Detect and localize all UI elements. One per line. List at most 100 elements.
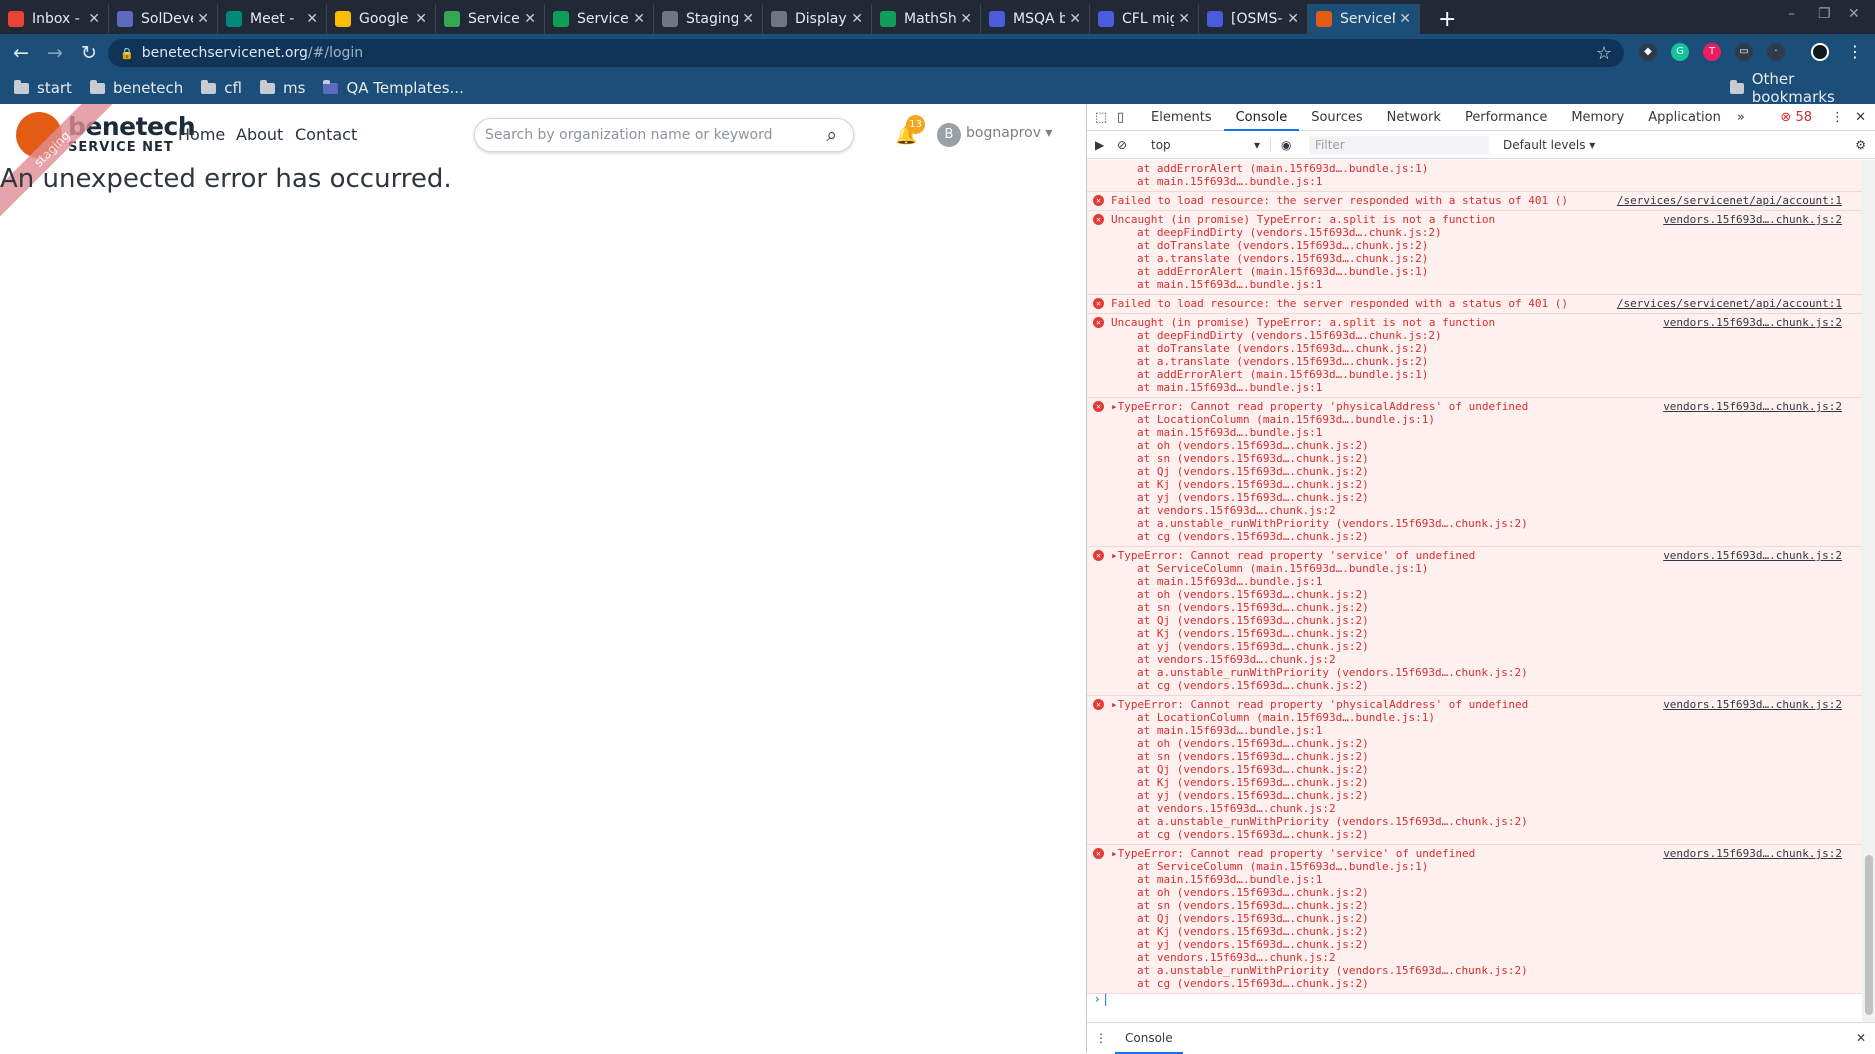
browser-tab[interactable]: Display al✕ xyxy=(763,4,872,34)
devtools-tab-application[interactable]: Application xyxy=(1636,104,1733,131)
close-tab-icon[interactable]: ✕ xyxy=(960,11,972,27)
stack-frame[interactable]: at a.unstable_runWithPriority (vendors.1… xyxy=(1087,815,1862,828)
error-source-link[interactable]: vendors.15f693d….chunk.js:2 xyxy=(1663,213,1842,226)
close-tab-icon[interactable]: ✕ xyxy=(88,11,100,27)
error-count-badge[interactable]: ⊗ 58 xyxy=(1780,110,1812,125)
stack-frame[interactable]: at sn (vendors.15f693d….chunk.js:2) xyxy=(1087,750,1862,763)
stack-frame[interactable]: at addErrorAlert (main.15f693d….bundle.j… xyxy=(1087,368,1862,381)
devtools-tab-performance[interactable]: Performance xyxy=(1453,104,1559,131)
stack-frame[interactable]: at vendors.15f693d….chunk.js:2 xyxy=(1087,802,1862,815)
console-error-message[interactable]: ✕ ▸TypeError: Cannot read property 'servi… xyxy=(1087,547,1862,696)
eye-icon[interactable]: ◉ xyxy=(1281,138,1303,152)
stack-frame[interactable]: at a.unstable_runWithPriority (vendors.1… xyxy=(1087,964,1862,977)
browser-tab[interactable]: ServiceNe✕ xyxy=(545,4,654,34)
console-error-message[interactable]: ✕ Uncaught (in promise) TypeError: a.spli… xyxy=(1087,211,1862,295)
close-tab-icon[interactable]: ✕ xyxy=(524,11,536,27)
error-source-link[interactable]: vendors.15f693d….chunk.js:2 xyxy=(1663,549,1842,562)
extension-icon[interactable]: ◆ xyxy=(1639,43,1657,61)
address-bar[interactable]: 🔒 benetechservicenet.org/#/login ☆ xyxy=(108,39,1624,67)
stack-frame[interactable]: at oh (vendors.15f693d….chunk.js:2) xyxy=(1087,588,1862,601)
more-tabs-icon[interactable]: » xyxy=(1737,110,1745,125)
bookmark-item[interactable]: QA Templates... xyxy=(323,79,464,97)
stack-frame[interactable]: at yj (vendors.15f693d….chunk.js:2) xyxy=(1087,938,1862,951)
stack-frame[interactable]: at doTranslate (vendors.15f693d….chunk.j… xyxy=(1087,342,1862,355)
stack-frame[interactable]: at oh (vendors.15f693d….chunk.js:2) xyxy=(1087,886,1862,899)
stack-frame[interactable]: at a.unstable_runWithPriority (vendors.1… xyxy=(1087,517,1862,530)
error-source-link[interactable]: /services/servicenet/api/account:1 xyxy=(1617,297,1842,310)
search-icon[interactable]: ⌕ xyxy=(826,124,837,146)
error-source-link[interactable]: vendors.15f693d….chunk.js:2 xyxy=(1663,400,1842,413)
stack-frame[interactable]: at cg (vendors.15f693d….chunk.js:2) xyxy=(1087,828,1862,841)
stack-frame[interactable]: at yj (vendors.15f693d….chunk.js:2) xyxy=(1087,789,1862,802)
context-select[interactable]: top ▾ xyxy=(1151,138,1271,152)
console-error-message[interactable]: ✕ ▸TypeError: Cannot read property 'physi… xyxy=(1087,398,1862,547)
error-source-link[interactable]: vendors.15f693d….chunk.js:2 xyxy=(1663,316,1842,329)
extension-icon[interactable]: · xyxy=(1767,43,1785,61)
devtools-tab-elements[interactable]: Elements xyxy=(1139,104,1224,131)
browser-tab[interactable]: MSQA bo✕ xyxy=(981,4,1090,34)
nav-contact[interactable]: Contact xyxy=(295,125,357,144)
devtools-tab-sources[interactable]: Sources xyxy=(1299,104,1374,131)
nav-home[interactable]: Home xyxy=(178,125,225,144)
close-tab-icon[interactable]: ✕ xyxy=(415,11,427,27)
devtools-tab-memory[interactable]: Memory xyxy=(1559,104,1636,131)
extension-icon[interactable]: T xyxy=(1703,43,1721,61)
stack-frame[interactable]: at main.15f693d….bundle.js:1 xyxy=(1087,873,1862,886)
browser-tab[interactable]: Meet - ✕ xyxy=(218,4,327,34)
error-source-link[interactable]: vendors.15f693d….chunk.js:2 xyxy=(1663,847,1842,860)
console-settings-gear-icon[interactable]: ⚙ xyxy=(1855,138,1866,152)
bookmark-item[interactable]: ms xyxy=(260,79,305,97)
stack-frame[interactable]: at main.15f693d….bundle.js:1 xyxy=(1087,426,1862,439)
close-tab-icon[interactable]: ✕ xyxy=(306,11,318,27)
stack-frame[interactable]: at addErrorAlert (main.15f693d….bundle.j… xyxy=(1087,265,1862,278)
stack-frame[interactable]: at oh (vendors.15f693d….chunk.js:2) xyxy=(1087,737,1862,750)
menu-icon[interactable]: ⋮ xyxy=(1846,43,1864,61)
drawer-tab-console[interactable]: Console xyxy=(1115,1023,1183,1054)
browser-tab[interactable]: MathShar✕ xyxy=(872,4,981,34)
minimize-icon[interactable]: – xyxy=(1788,6,1795,22)
close-tab-icon[interactable]: ✕ xyxy=(633,11,645,27)
nav-about[interactable]: About xyxy=(236,125,283,144)
extension-icon[interactable]: ▭ xyxy=(1735,43,1753,61)
browser-tab[interactable]: SolDevelo✕ xyxy=(109,4,218,34)
bookmark-item[interactable]: cfl xyxy=(201,79,242,97)
stack-frame[interactable]: at a.translate (vendors.15f693d….chunk.j… xyxy=(1087,252,1862,265)
console-prompt[interactable]: › | xyxy=(1087,992,1862,1012)
new-tab-button[interactable]: + xyxy=(1438,7,1456,32)
browser-tab[interactable]: Staging n✕ xyxy=(654,4,763,34)
close-devtools-icon[interactable]: ✕ xyxy=(1855,110,1866,125)
sidebar-toggle-icon[interactable]: ▶ xyxy=(1095,138,1117,152)
console-error-message[interactable]: ✕ ▸TypeError: Cannot read property 'physi… xyxy=(1087,696,1862,845)
clear-console-icon[interactable]: ⊘ xyxy=(1117,138,1139,152)
close-tab-icon[interactable]: ✕ xyxy=(197,11,209,27)
stack-frame[interactable]: at Qj (vendors.15f693d….chunk.js:2) xyxy=(1087,912,1862,925)
stack-frame[interactable]: at sn (vendors.15f693d….chunk.js:2) xyxy=(1087,601,1862,614)
close-tab-icon[interactable]: ✕ xyxy=(1178,11,1190,27)
reload-icon[interactable]: ↻ xyxy=(72,42,106,64)
stack-frame[interactable]: at cg (vendors.15f693d….chunk.js:2) xyxy=(1087,679,1862,692)
stack-frame[interactable]: at main.15f693d….bundle.js:1 xyxy=(1087,724,1862,737)
stack-frame[interactable]: at doTranslate (vendors.15f693d….chunk.j… xyxy=(1087,239,1862,252)
stack-frame[interactable]: at a.unstable_runWithPriority (vendors.1… xyxy=(1087,666,1862,679)
back-icon[interactable]: ← xyxy=(4,42,38,64)
user-menu-toggle[interactable]: bognaprov ▾ xyxy=(966,125,1052,141)
close-tab-icon[interactable]: ✕ xyxy=(1069,11,1081,27)
drawer-menu-icon[interactable]: ⋮ xyxy=(1095,1031,1115,1045)
browser-tab[interactable]: [OSMS-13✕ xyxy=(1199,4,1308,34)
forward-icon[interactable]: → xyxy=(38,42,72,64)
browser-tab[interactable]: CFL migra✕ xyxy=(1090,4,1199,34)
stack-frame[interactable]: at main.15f693d….bundle.js:1 xyxy=(1087,381,1862,394)
stack-frame[interactable]: at vendors.15f693d….chunk.js:2 xyxy=(1087,951,1862,964)
stack-frame[interactable]: at ServiceColumn (main.15f693d….bundle.j… xyxy=(1087,562,1862,575)
filter-input[interactable]: Filter xyxy=(1309,136,1489,154)
stack-frame[interactable]: at main.15f693d….bundle.js:1 xyxy=(1087,278,1862,291)
other-bookmarks-folder[interactable]: Other bookmarks xyxy=(1730,70,1871,106)
stack-frame[interactable]: at Kj (vendors.15f693d….chunk.js:2) xyxy=(1087,925,1862,938)
devtools-tab-network[interactable]: Network xyxy=(1375,104,1453,131)
inspect-icon[interactable]: ⬚ xyxy=(1095,110,1117,125)
close-tab-icon[interactable]: ✕ xyxy=(1287,11,1299,27)
stack-frame[interactable]: at cg (vendors.15f693d….chunk.js:2) xyxy=(1087,977,1862,990)
bookmark-star-icon[interactable]: ☆ xyxy=(1596,43,1612,64)
console-error-message[interactable]: ✕ Uncaught (in promise) TypeError: a.spli… xyxy=(1087,314,1862,398)
stack-frame[interactable]: at ServiceColumn (main.15f693d….bundle.j… xyxy=(1087,860,1862,873)
